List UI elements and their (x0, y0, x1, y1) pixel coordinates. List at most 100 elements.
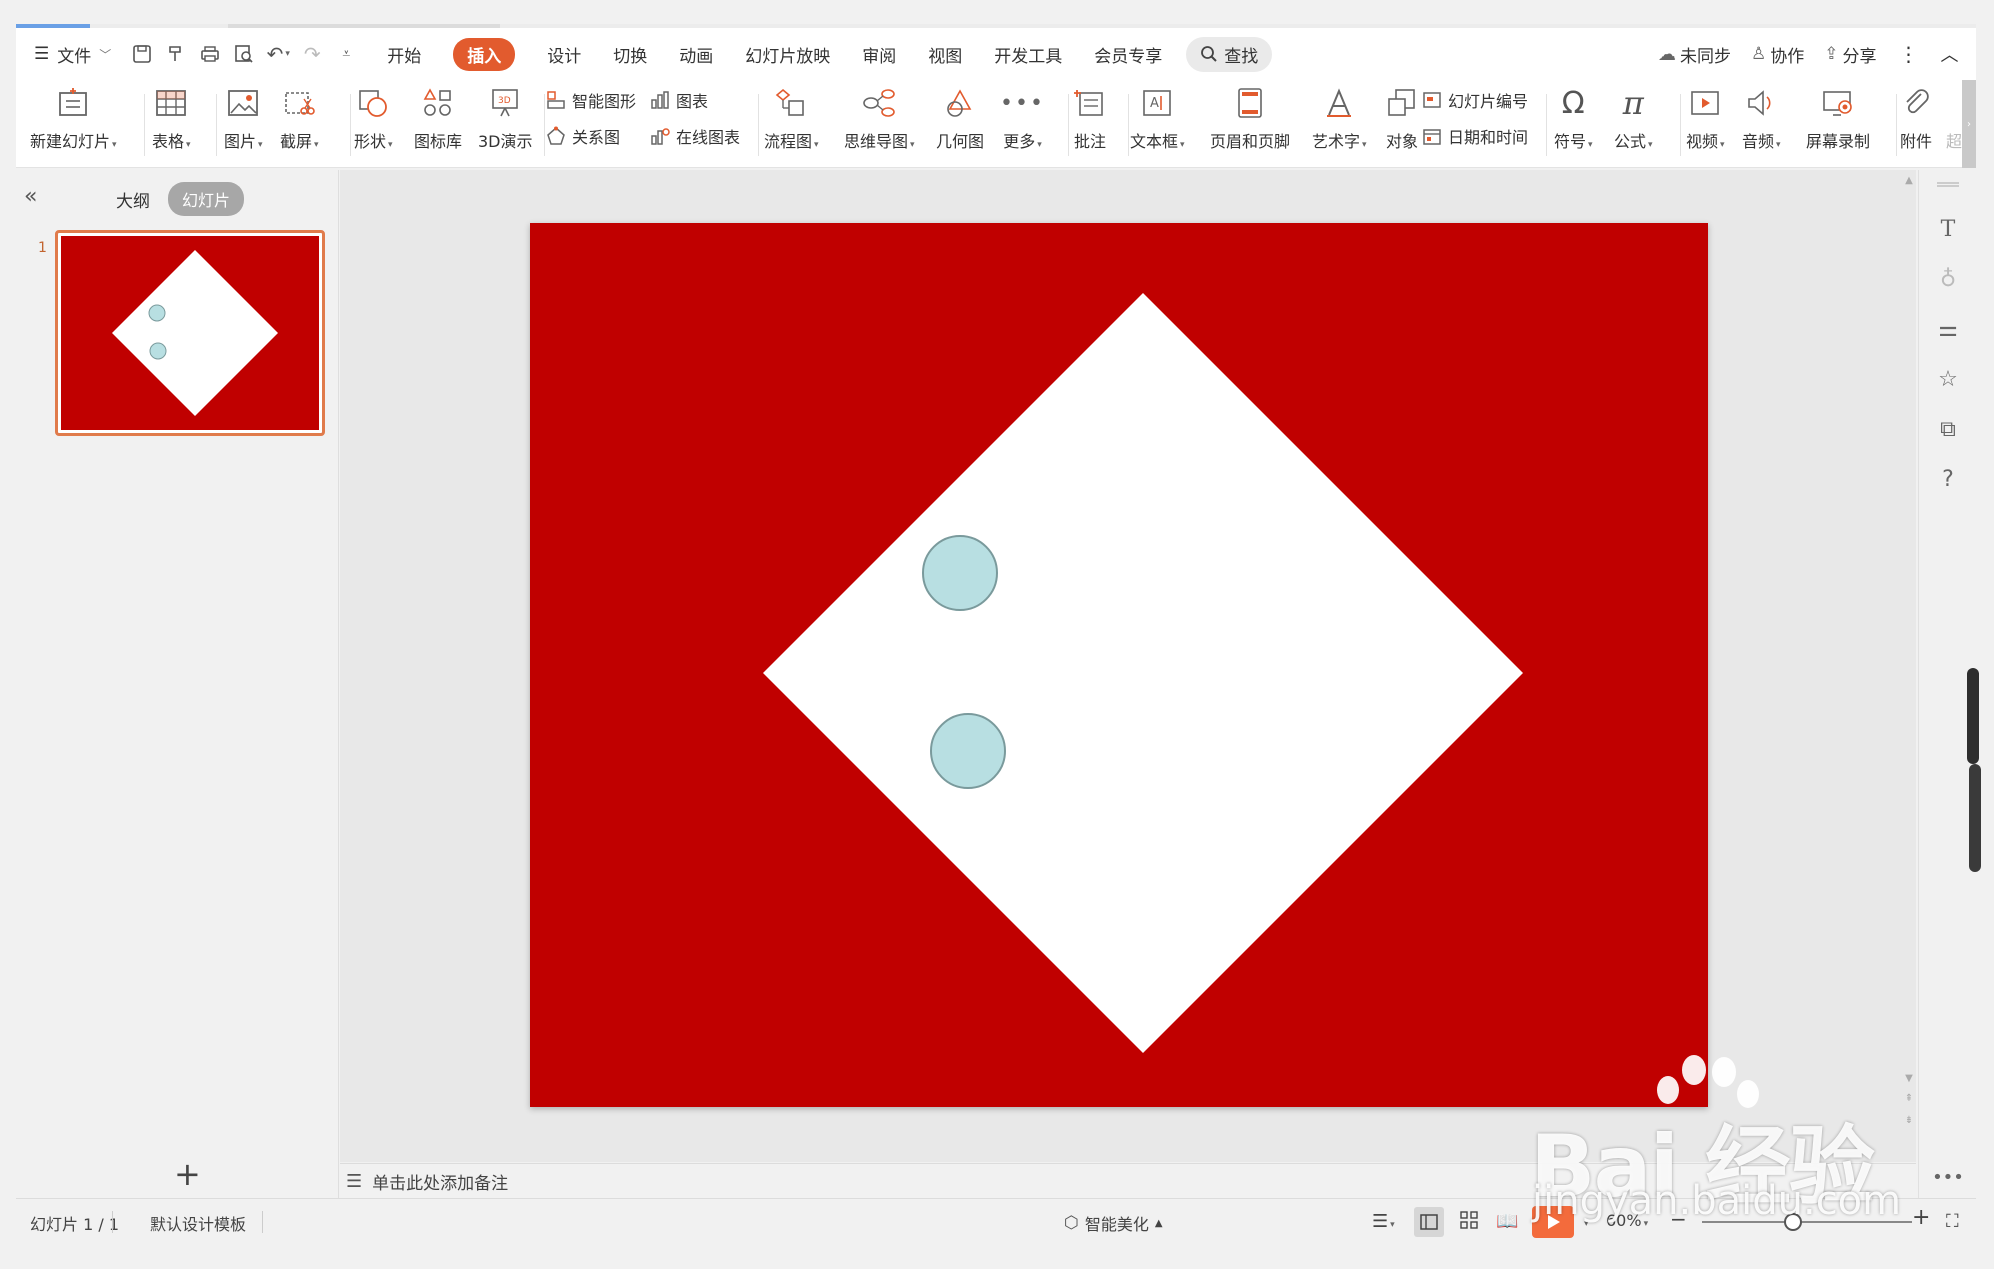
fit-window-icon[interactable]: ⛶ (1946, 1211, 1959, 1232)
star-icon[interactable]: ☆ (1931, 362, 1965, 396)
shape-button[interactable]: 形状 ▾ (354, 80, 393, 152)
online-chart-button[interactable]: 在线图表 (650, 124, 740, 148)
icon-library-button[interactable]: 图标库 (414, 80, 462, 152)
smart-beautify-button[interactable]: ⬡ 智能美化 ▲ (1064, 1211, 1163, 1235)
picture-button[interactable]: 图片 ▾ (224, 80, 263, 152)
comment-button[interactable]: 批注 (1074, 80, 1106, 152)
flowchart-icon (776, 88, 805, 116)
right-tool-strip: T ♁ ⚌ ☆ ⧉ ? ••• (1918, 170, 1981, 1198)
object-button[interactable]: 对象 (1386, 80, 1418, 152)
tab-member[interactable]: 会员专享 (1078, 28, 1178, 80)
video-button[interactable]: 视频 ▾ (1686, 80, 1725, 152)
thumb-circle-bottom (149, 342, 167, 360)
attachment-button[interactable]: 附件 (1900, 80, 1932, 152)
slide-number-button[interactable]: 幻灯片编号 (1422, 88, 1528, 112)
table-button[interactable]: 表格 ▾ (152, 80, 191, 152)
side-panel-handle-top[interactable] (1967, 668, 1979, 764)
tab-slides[interactable]: 幻灯片 (168, 182, 245, 216)
print-preview-icon[interactable] (227, 28, 261, 80)
zoom-slider-track[interactable] (1702, 1221, 1912, 1223)
notes-toggle-icon[interactable]: ☰ ▾ (1372, 1211, 1395, 1232)
notes-bar[interactable]: ☰ 单击此处添加备注 (340, 1163, 1916, 1198)
3d-demo-button[interactable]: 3D 3D演示 (478, 80, 533, 152)
more-dots-icon: ••• (1000, 90, 1045, 116)
tab-developer[interactable]: 开发工具 (978, 28, 1078, 80)
relation-diagram-button[interactable]: 关系图 (546, 124, 620, 148)
presentation-app-window: ☰ 文件 ﹀ ↶ ▾ ↷ ⩡ 开始 插入 设计 切换 动画 幻灯片放映 审阅 视… (0, 0, 1994, 1269)
tab-home[interactable]: 开始 (371, 28, 437, 80)
new-slide-icon (59, 88, 88, 116)
search-button[interactable]: 查找 (1186, 36, 1273, 72)
save-icon[interactable] (125, 28, 159, 80)
tab-view[interactable]: 视图 (912, 28, 978, 80)
play-slideshow-button[interactable] (1532, 1206, 1574, 1238)
hyperlink-button[interactable]: 超 (1946, 80, 1962, 152)
zoom-slider-knob[interactable] (1784, 1213, 1802, 1231)
comment-icon (1074, 90, 1103, 116)
collapse-panel-icon[interactable]: « (24, 184, 37, 209)
template-status[interactable]: 默认设计模板 (150, 1211, 246, 1235)
tab-transition[interactable]: 切换 (597, 28, 663, 80)
video-label: 视频 (1686, 132, 1719, 151)
zoom-in-icon[interactable]: + (1912, 1205, 1930, 1230)
file-menu[interactable]: ☰ 文件 ﹀ (26, 28, 119, 80)
slide-canvas[interactable] (530, 223, 1708, 1107)
header-footer-button[interactable]: 页眉和页脚 (1210, 80, 1290, 152)
slide-switch-icon[interactable]: ⧉ (1931, 412, 1965, 446)
screenshot-label: 截屏 (280, 132, 313, 151)
customize-toolbar-icon[interactable]: ⩡ (329, 28, 363, 80)
idea-bulb-icon[interactable]: ♁ (1931, 262, 1965, 296)
add-slide-button[interactable]: + (174, 1155, 201, 1193)
audio-button[interactable]: 音频 ▾ (1742, 80, 1781, 152)
wordart-button[interactable]: 艺术字 ▾ (1312, 80, 1367, 152)
tab-insert[interactable]: 插入 (437, 28, 531, 80)
attachment-label: 附件 (1900, 132, 1933, 151)
slide-sorter-icon[interactable] (1460, 1211, 1478, 1233)
redo-icon[interactable]: ↷ (295, 28, 329, 80)
more-button[interactable]: ••• 更多 ▾ (1000, 80, 1045, 152)
slide-thumbnail-1[interactable] (55, 230, 325, 436)
tab-animation[interactable]: 动画 (663, 28, 729, 80)
vertical-scrollbar[interactable]: ▲ ▼ ⇞ ⇟ (1902, 175, 1916, 1160)
ribbon-scroll-right[interactable]: › (1962, 80, 1976, 168)
formula-button[interactable]: π 公式 ▾ (1614, 80, 1653, 152)
tab-review[interactable]: 审阅 (846, 28, 912, 80)
side-panel-handle-bottom[interactable] (1969, 764, 1981, 872)
collapse-ribbon-icon[interactable]: ︿ (1933, 28, 1967, 80)
tab-outline[interactable]: 大纲 (116, 187, 150, 212)
zoom-out-icon[interactable]: − (1670, 1207, 1687, 1231)
screenshot-button[interactable]: 截屏 ▾ (280, 80, 319, 152)
mindmap-button[interactable]: 思维导图 ▾ (844, 80, 915, 152)
more-tools-icon[interactable]: ••• (1931, 1160, 1965, 1194)
text-tool-icon[interactable]: T (1931, 212, 1965, 246)
textbox-button[interactable]: A 文本框 ▾ (1130, 80, 1185, 152)
datetime-button[interactable]: 日期和时间 (1422, 124, 1528, 148)
reading-view-icon[interactable]: 📖 (1496, 1211, 1518, 1232)
sync-status-button[interactable]: ☁ 未同步 (1650, 28, 1739, 80)
share-button[interactable]: ⇪ 分享 (1816, 28, 1884, 80)
tab-slideshow-label: 幻灯片放映 (745, 46, 831, 67)
symbol-button[interactable]: Ω 符号 ▾ (1554, 80, 1593, 152)
play-options-caret[interactable]: ▾ (1582, 1211, 1589, 1230)
tab-member-label: 会员专享 (1094, 46, 1163, 67)
insert-ribbon: 新建幻灯片▾ 表格▾ 图片▾ 截屏▾ 形状▾ 图标库 3D 3D演示 (16, 80, 1976, 168)
collaborate-button[interactable]: ♙ 协作 (1743, 28, 1812, 80)
flowchart-button[interactable]: 流程图 ▾ (764, 80, 819, 152)
formula-label: 公式 (1614, 132, 1647, 151)
zoom-level[interactable]: 60% ▾ (1606, 1211, 1648, 1230)
undo-icon[interactable]: ↶ ▾ (261, 28, 295, 80)
print-icon[interactable] (193, 28, 227, 80)
tab-slideshow[interactable]: 幻灯片放映 (729, 28, 846, 80)
format-painter-icon[interactable] (159, 28, 193, 80)
smart-art-button[interactable]: 智能图形 (546, 88, 636, 112)
status-bar: 幻灯片 1 / 1 默认设计模板 ⬡ 智能美化 ▲ ☰ ▾ 📖 ▾ 60% ▾ − … (16, 1198, 1976, 1244)
tab-design[interactable]: 设计 (531, 28, 597, 80)
new-slide-button[interactable]: 新建幻灯片 ▾ (30, 80, 117, 152)
screen-record-button[interactable]: 屏幕录制 (1806, 80, 1870, 152)
help-icon[interactable]: ? (1931, 462, 1965, 496)
adjust-settings-icon[interactable]: ⚌ (1931, 312, 1965, 346)
chart-button[interactable]: 图表 (650, 88, 708, 112)
more-options-icon[interactable]: ⋮ (1889, 28, 1929, 80)
normal-view-icon[interactable] (1414, 1207, 1444, 1237)
geometry-button[interactable]: 几何图 (936, 80, 984, 152)
